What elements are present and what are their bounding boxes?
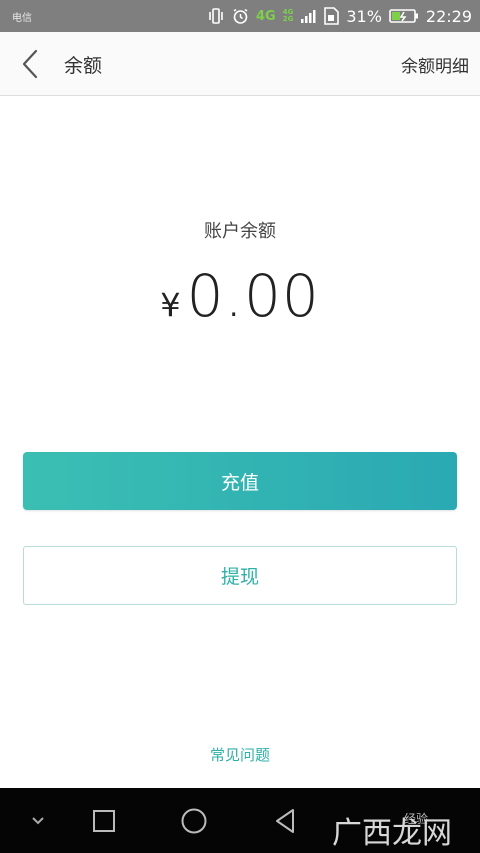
- balance-label: 账户余额: [204, 221, 276, 242]
- carrier-label: 电信: [12, 12, 32, 24]
- circle-icon: [181, 808, 207, 834]
- signal-icon: [300, 9, 316, 24]
- status-icons: 4G 4G 2G 31% 22:29: [207, 7, 472, 26]
- watermark: 广西龙网: [332, 816, 452, 851]
- status-bar: 电信 4G 4G 2G 31% 22:29: [0, 0, 480, 32]
- nav-home-button[interactable]: [177, 804, 211, 838]
- battery-charging-icon: [389, 8, 419, 24]
- nav-back-button[interactable]: [268, 804, 302, 838]
- balance-amount: ¥0.00: [0, 262, 480, 330]
- amount-value: 0.00: [186, 262, 320, 330]
- back-button[interactable]: [12, 46, 48, 82]
- chevron-left-icon: [22, 49, 38, 79]
- battery-percent: 31%: [346, 6, 382, 26]
- currency-symbol: ¥: [160, 286, 181, 324]
- alarm-icon: [232, 8, 249, 25]
- page-title: 余额: [64, 55, 103, 77]
- clock: 22:29: [425, 6, 472, 26]
- sim-icon: [323, 7, 340, 25]
- nav-recent-button[interactable]: [87, 804, 121, 838]
- network-stack: 4G 2G: [283, 9, 294, 23]
- triangle-back-icon: [276, 809, 294, 833]
- network-tertiary: 2G: [282, 15, 294, 23]
- withdraw-button[interactable]: 提现: [23, 546, 457, 605]
- balance-detail-link[interactable]: 余额明细: [401, 52, 469, 77]
- chevron-down-icon: [32, 817, 44, 825]
- vibrate-icon: [207, 8, 225, 24]
- faq-link[interactable]: 常见问题: [0, 744, 480, 765]
- app-header: 余额 余额明细: [0, 32, 480, 96]
- network-4g: 4G: [255, 8, 276, 24]
- recharge-button[interactable]: 充值: [23, 452, 457, 510]
- nav-collapse-button[interactable]: [21, 804, 55, 838]
- square-icon: [93, 810, 115, 832]
